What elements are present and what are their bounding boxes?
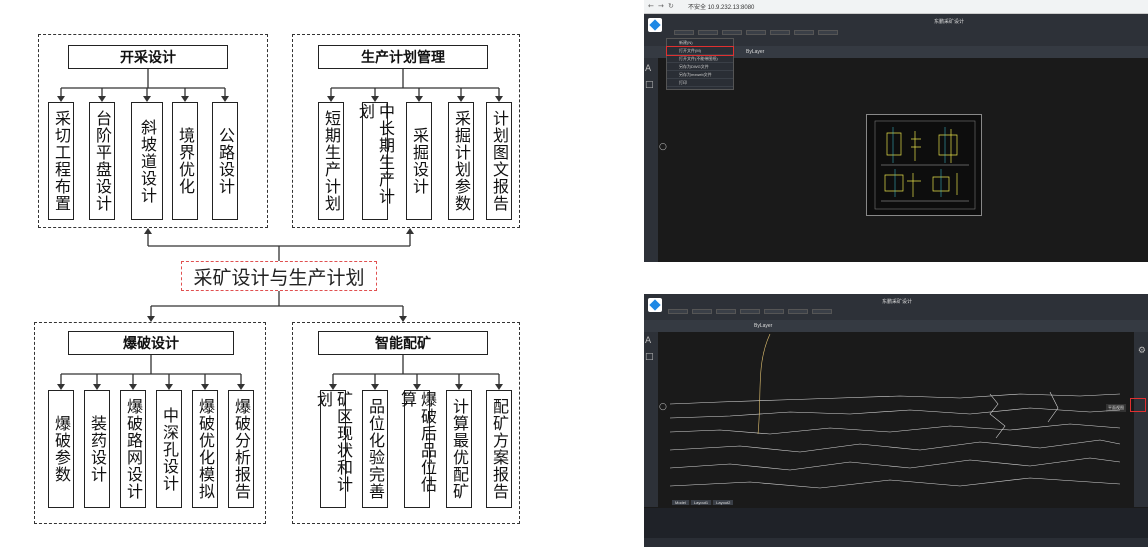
menu-function[interactable]: [716, 309, 736, 314]
tab-layout1[interactable]: Layout1: [690, 500, 712, 505]
cad-screenshot-top: ← → ↻ 不安全 10.9.232.13:8080 东鹏采矿设计 ByLaye…: [644, 0, 1148, 262]
dropdown-item[interactable]: 打开文件(不能带图纸): [667, 55, 733, 63]
menu-file[interactable]: [674, 30, 694, 35]
group-title: 生产计划管理: [318, 45, 488, 69]
drawing-lines: [874, 120, 976, 210]
leaf-node: 爆破后品位估算: [398, 390, 437, 508]
group-title: 智能配矿: [318, 331, 488, 355]
layer-select[interactable]: ByLayer: [746, 49, 764, 55]
menu-help[interactable]: [812, 309, 832, 314]
cad-screenshot-bottom: 东鹏采矿设计 ByLayer A □ ○ ⚙ 平面视图 Model Layout…: [644, 294, 1148, 547]
reload-icon[interactable]: ↻: [668, 1, 674, 11]
menu-view[interactable]: [698, 30, 718, 35]
menu-edit[interactable]: [770, 30, 790, 35]
tab-layout2[interactable]: Layout2: [713, 500, 734, 505]
menu-function[interactable]: [722, 30, 742, 35]
group-title: 开采设计: [68, 45, 228, 69]
leaf-node: 品位化验完善: [362, 390, 388, 508]
leaf-node: 中长期生产计划: [356, 102, 395, 220]
leaf-node: 短期生产计划: [318, 102, 344, 220]
leaf-node: 采切工程布置: [48, 102, 74, 220]
app-title: 东鹏采矿设计: [882, 299, 913, 305]
app-logo: [648, 18, 662, 32]
security-warning: 不安全: [688, 5, 707, 11]
right-toolbar: [1134, 332, 1148, 507]
arrow-head: [144, 228, 152, 234]
group-title: 爆破设计: [68, 331, 234, 355]
command-area[interactable]: [644, 508, 1148, 538]
url-text: 10.9.232.13:8080: [707, 5, 755, 11]
leaf-node: 斜坡道设计: [131, 102, 163, 220]
tab-model[interactable]: Model: [672, 500, 689, 505]
drawing-preview[interactable]: [866, 114, 982, 216]
status-bar: [644, 538, 1148, 547]
text-tool-icon[interactable]: A: [645, 336, 651, 346]
leaf-node: 爆破路网设计: [120, 390, 146, 508]
leaf-node: 爆破优化模拟: [192, 390, 218, 508]
menu-draw[interactable]: [746, 30, 766, 35]
center-title: 采矿设计与生产计划: [181, 261, 377, 291]
tool-ribbon: [644, 320, 1148, 332]
back-icon[interactable]: ←: [648, 1, 654, 11]
leaf-node: 爆破参数: [48, 390, 74, 508]
settings-icon[interactable]: ⚙: [1138, 346, 1146, 356]
highlight-open-file: [666, 46, 734, 56]
leaf-node: 台阶平盘设计: [89, 102, 115, 220]
mine-contour-drawing[interactable]: [660, 334, 1130, 504]
dropdown-item[interactable]: 打印: [667, 79, 733, 87]
dropdown-item[interactable]: 另存为DWG文件: [667, 63, 733, 71]
leaf-node: 公路设计: [212, 102, 238, 220]
menu-annotate[interactable]: [794, 30, 814, 35]
leaf-node: 计划图文报告: [486, 102, 512, 220]
arrow-head: [406, 228, 414, 234]
leaf-node: 爆破分析报告: [228, 390, 254, 508]
app-title: 东鹏采矿设计: [934, 19, 965, 25]
menu-edit[interactable]: [764, 309, 784, 314]
leaf-node: 境界优化: [172, 102, 198, 220]
browser-bar: ← → ↻ 不安全 10.9.232.13:8080: [644, 0, 1148, 14]
url-bar[interactable]: 不安全 10.9.232.13:8080: [688, 2, 754, 11]
leaf-node: 计算最优配矿: [446, 390, 472, 508]
text-tool-icon[interactable]: A: [645, 64, 651, 74]
menu-file[interactable]: [668, 309, 688, 314]
app-logo: [648, 298, 662, 312]
circle-tool-icon[interactable]: ○: [659, 142, 667, 152]
rect-tool-icon[interactable]: □: [645, 80, 654, 90]
layout-tabs: Model Layout1 Layout2: [672, 500, 734, 505]
leaf-node: 采掘计划参数: [448, 102, 474, 220]
mining-diagram: 开采设计 采切工程布置 台阶平盘设计 斜坡道设计 境界优化 公路设计 生产计划管…: [0, 0, 560, 547]
leaf-node: 矿区现状和计划: [314, 390, 353, 508]
layer-select[interactable]: ByLayer: [754, 323, 772, 329]
menu-help[interactable]: [818, 30, 838, 35]
highlight-plan-view: [1130, 398, 1146, 412]
rect-tool-icon[interactable]: □: [645, 352, 654, 362]
menu-draw[interactable]: [740, 309, 760, 314]
dropdown-item[interactable]: 另存为mxweb文件: [667, 71, 733, 79]
leaf-node: 采掘设计: [406, 102, 432, 220]
forward-icon[interactable]: →: [658, 1, 664, 11]
leaf-node: 装药设计: [84, 390, 110, 508]
menu-view[interactable]: [692, 309, 712, 314]
menu-annotate[interactable]: [788, 309, 808, 314]
leaf-node: 配矿方案报告: [486, 390, 512, 508]
leaf-node: 中深孔设计: [156, 390, 182, 508]
